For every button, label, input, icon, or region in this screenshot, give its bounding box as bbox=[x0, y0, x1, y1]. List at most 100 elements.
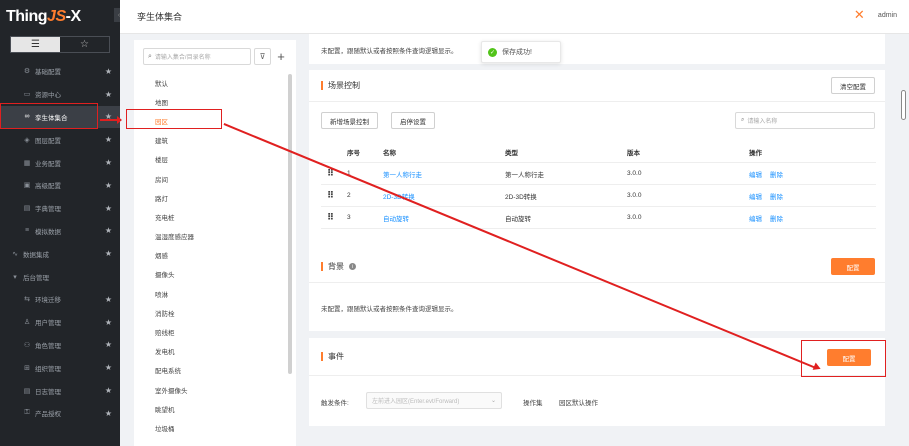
tree-item[interactable]: 路灯 bbox=[134, 188, 284, 207]
background-config-button[interactable]: 配置 bbox=[831, 258, 875, 275]
app-logo[interactable]: Thing JS -X bbox=[0, 0, 120, 34]
sidebar-item[interactable]: ◈ 图层配置 ★ bbox=[0, 128, 120, 151]
filter-icon[interactable]: ⊽ bbox=[254, 48, 271, 65]
row-version: 3.0.0 bbox=[627, 192, 642, 199]
sidebar-item[interactable]: ⚇ 角色管理 ★ bbox=[0, 334, 120, 357]
search-icon: ⌕ bbox=[741, 117, 745, 123]
sidebar-item[interactable]: ≡ 模拟数据 ★ bbox=[0, 220, 120, 243]
sidebar-item-label: 模拟数据 bbox=[35, 228, 61, 236]
favorite-star-icon[interactable]: ★ bbox=[105, 158, 112, 167]
favorite-star-icon[interactable]: ★ bbox=[105, 249, 112, 258]
user-menu[interactable]: ✕ admin bbox=[854, 8, 897, 22]
event-card: 事件 配置 触发条件: 左前进入园区(Enter.evt/Forward) ⌄ … bbox=[309, 338, 885, 426]
advanced-icon: ▣ bbox=[23, 182, 31, 190]
favorite-star-icon[interactable]: ★ bbox=[105, 135, 112, 144]
event-header: 事件 bbox=[309, 338, 885, 376]
tree-search-placeholder: 请输入集合/目录名称 bbox=[154, 55, 211, 61]
sidebar-item[interactable]: ⊞ 组织管理 ★ bbox=[0, 356, 120, 379]
tree-item[interactable]: 垃圾桶 bbox=[134, 418, 284, 437]
log-icon: ▤ bbox=[23, 387, 31, 395]
main-scrollbar[interactable] bbox=[901, 90, 906, 120]
tree-item[interactable]: 赔线柜 bbox=[134, 322, 284, 341]
sidebar-item[interactable]: ⇆ 环境迁移 ★ bbox=[0, 288, 120, 311]
favorite-star-icon[interactable]: ★ bbox=[105, 181, 112, 190]
dictionary-icon: ▤ bbox=[23, 205, 31, 213]
sidebar-item-label: 数据集成 bbox=[23, 251, 49, 259]
favorite-star-icon[interactable]: ★ bbox=[105, 204, 112, 213]
scene-control-title: 场景控制 bbox=[328, 81, 360, 90]
delete-link[interactable]: 删除 bbox=[770, 216, 783, 223]
operation-set-value: 园区默认操作 bbox=[559, 400, 598, 407]
tree-item[interactable]: 楼层 bbox=[134, 150, 284, 169]
list-icon[interactable]: ☰ bbox=[11, 37, 60, 52]
delete-link[interactable]: 删除 bbox=[770, 194, 783, 201]
edit-link[interactable]: 编辑 bbox=[749, 172, 762, 179]
tree-item[interactable]: 室外摄像头 bbox=[134, 380, 284, 399]
tree-item[interactable]: 烟感 bbox=[134, 246, 284, 265]
sidebar-item[interactable]: ⚙ 基础配置 ★ bbox=[0, 60, 120, 83]
main-content: 未配置，跟随默认或者按照条件查询逻辑显示。 场景控制 清空配置 新增场景控制 启… bbox=[303, 34, 899, 446]
favorite-star-icon[interactable]: ★ bbox=[105, 67, 112, 76]
tree-item[interactable]: 配电系统 bbox=[134, 361, 284, 380]
trigger-select[interactable]: 左前进入园区(Enter.evt/Forward) ⌄ bbox=[366, 392, 502, 409]
user-logo-icon: ✕ bbox=[853, 7, 865, 22]
tree-item[interactable]: 充电桩 bbox=[134, 207, 284, 226]
tree-item[interactable]: 消防栓 bbox=[134, 303, 284, 322]
row-operations: 编辑 删除 bbox=[749, 191, 876, 201]
logo-text-x: -X bbox=[65, 8, 82, 25]
row-operations: 编辑 删除 bbox=[749, 213, 876, 223]
row-name-link[interactable]: 第一人称行走 bbox=[383, 169, 505, 179]
sidebar-item[interactable]: ▦ 业务配置 ★ bbox=[0, 151, 120, 174]
sidebar-item[interactable]: ▤ 字典管理 ★ bbox=[0, 197, 120, 220]
sidebar-item-label: 角色管理 bbox=[35, 342, 61, 350]
favorite-star-icon[interactable]: ★ bbox=[105, 409, 112, 418]
favorite-star-icon[interactable]: ★ bbox=[105, 363, 112, 372]
add-icon[interactable]: + bbox=[274, 48, 288, 65]
favorite-star-icon[interactable]: ★ bbox=[105, 318, 112, 327]
scene-control-card: 场景控制 清空配置 新增场景控制 启停设置 ⌕ 请输入名称 序号 名称 类型 版… bbox=[309, 70, 885, 273]
edit-link[interactable]: 编辑 bbox=[749, 194, 762, 201]
delete-link[interactable]: 删除 bbox=[770, 172, 783, 179]
sidebar-item[interactable]: ▤ 日志管理 ★ bbox=[0, 379, 120, 402]
sidebar-item-label: 组织管理 bbox=[35, 365, 61, 373]
row-type: 自动旋转 bbox=[505, 215, 531, 223]
favorite-star-icon[interactable]: ★ bbox=[105, 226, 112, 235]
scene-search-input[interactable]: ⌕ 请输入名称 bbox=[735, 112, 875, 129]
sidebar-item[interactable]: ▣ 高级配置 ★ bbox=[0, 174, 120, 197]
drag-handle-icon[interactable]: ⠿ bbox=[321, 190, 347, 201]
tree-item[interactable]: 温湿度感应器 bbox=[134, 227, 284, 246]
chart-icon: ∿ bbox=[12, 250, 18, 258]
info-icon[interactable]: i bbox=[349, 263, 356, 270]
sidebar-item[interactable]: ∿ 数据集成 ★ bbox=[0, 242, 120, 265]
tree-item[interactable]: 喷淋 bbox=[134, 284, 284, 303]
sidebar-item[interactable]: ♙ 用户管理 ★ bbox=[0, 311, 120, 334]
tree-item[interactable]: 眺望机 bbox=[134, 399, 284, 418]
tree-scrollbar[interactable] bbox=[288, 74, 292, 374]
star-icon[interactable]: ☆ bbox=[60, 37, 109, 52]
sidebar-item-label: 图层配置 bbox=[35, 137, 61, 145]
row-operations: 编辑 删除 bbox=[749, 169, 876, 179]
tree-item[interactable]: 摄像头 bbox=[134, 265, 284, 284]
tree-search-input[interactable]: ⌕ 请输入集合/目录名称 bbox=[143, 48, 251, 65]
favorite-star-icon[interactable]: ★ bbox=[105, 295, 112, 304]
tree-item[interactable]: 默认 bbox=[134, 73, 284, 92]
row-type: 第一人称行走 bbox=[505, 171, 544, 179]
favorite-star-icon[interactable]: ★ bbox=[105, 90, 112, 99]
startup-settings-button[interactable]: 启停设置 bbox=[391, 112, 435, 129]
edit-link[interactable]: 编辑 bbox=[749, 216, 762, 223]
tree-item[interactable]: 发电机 bbox=[134, 342, 284, 361]
caret-down-icon: ▾ bbox=[13, 273, 17, 281]
favorite-star-icon[interactable]: ★ bbox=[105, 340, 112, 349]
sidebar-item[interactable]: ⚿ 产品授权 ★ bbox=[0, 402, 120, 425]
clear-config-button[interactable]: 清空配置 bbox=[831, 77, 875, 94]
annotation-box-sidebar bbox=[0, 103, 98, 129]
scene-control-header: 场景控制 bbox=[309, 70, 885, 102]
background-card: 背景 i 配置 未配置，跟随默认或者按照条件查询逻辑显示。 bbox=[309, 251, 885, 331]
add-scene-control-button[interactable]: 新增场景控制 bbox=[321, 112, 378, 129]
sidebar-item[interactable]: ▾ 后台管理 bbox=[0, 265, 120, 288]
tree-item[interactable]: 房间 bbox=[134, 169, 284, 188]
sidebar: Thing JS -X ☰ ☆ ⚙ 基础配置 ★ ▭ 资源中心 ★ ∞ 孪生体集合 ★ ◈ 图层配置 ★ ▦… bbox=[0, 0, 120, 446]
row-version: 3.0.0 bbox=[627, 170, 642, 177]
drag-handle-icon[interactable]: ⠿ bbox=[321, 212, 347, 223]
favorite-star-icon[interactable]: ★ bbox=[105, 386, 112, 395]
